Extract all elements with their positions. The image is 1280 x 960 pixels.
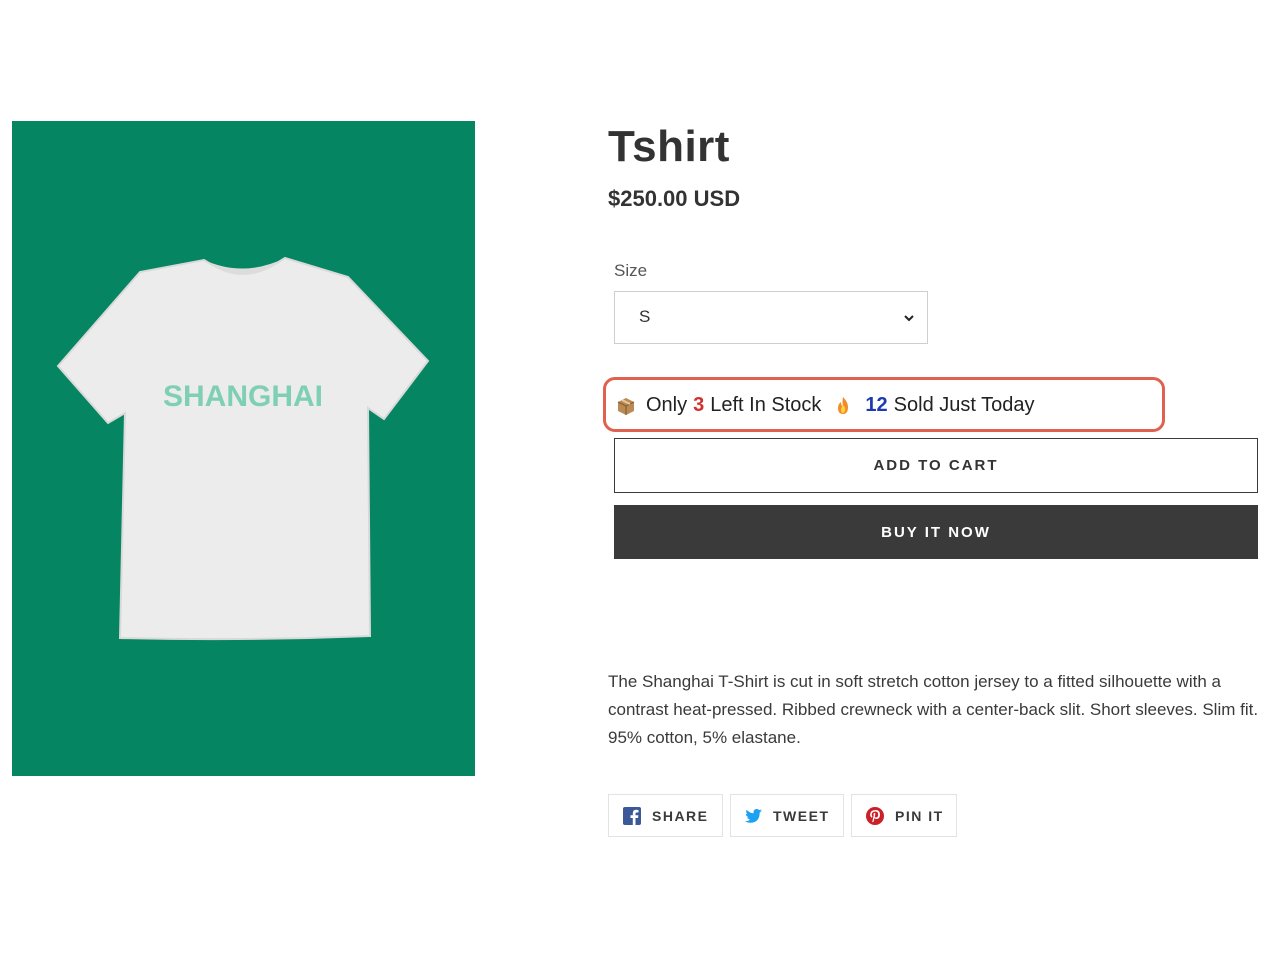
sold-suffix: Sold Just Today	[893, 394, 1035, 416]
stock-suffix: Left In Stock	[710, 394, 822, 416]
tweet-label: TWEET	[773, 807, 830, 824]
tweet-button[interactable]: TWEET	[730, 794, 844, 837]
product-title: Tshirt	[608, 122, 730, 171]
product-image[interactable]: SHANGHAI	[12, 121, 475, 776]
product-price: $250.00 USD	[608, 186, 741, 211]
facebook-icon	[623, 806, 641, 825]
fire-icon	[838, 396, 849, 414]
sold-count: 12	[865, 394, 888, 416]
stock-urgency-banner: Only 3 Left In Stock 12 Sold Just Today	[603, 377, 1165, 432]
chevron-down-icon	[904, 315, 914, 322]
product-description: The Shanghai T-Shirt is cut in soft stre…	[608, 672, 1259, 747]
share-facebook-button[interactable]: SHARE	[608, 794, 723, 837]
pinterest-icon	[866, 806, 884, 825]
size-select[interactable]: S	[614, 291, 928, 344]
size-label: Size	[614, 261, 648, 280]
twitter-icon	[744, 808, 762, 823]
stock-count: 3	[693, 394, 705, 416]
stock-prefix: Only	[646, 394, 688, 416]
size-selected-value: S	[639, 307, 651, 326]
pin-label: PIN IT	[895, 807, 944, 824]
pin-it-button[interactable]: PIN IT	[851, 794, 957, 837]
shirt-print-text: SHANGHAI	[163, 380, 323, 413]
tshirt-illustration: SHANGHAI	[56, 256, 430, 641]
add-to-cart-button[interactable]: ADD TO CART	[614, 438, 1258, 493]
share-label: SHARE	[652, 807, 709, 824]
package-icon	[617, 397, 635, 415]
buy-it-now-button[interactable]: BUY IT NOW	[614, 505, 1258, 559]
